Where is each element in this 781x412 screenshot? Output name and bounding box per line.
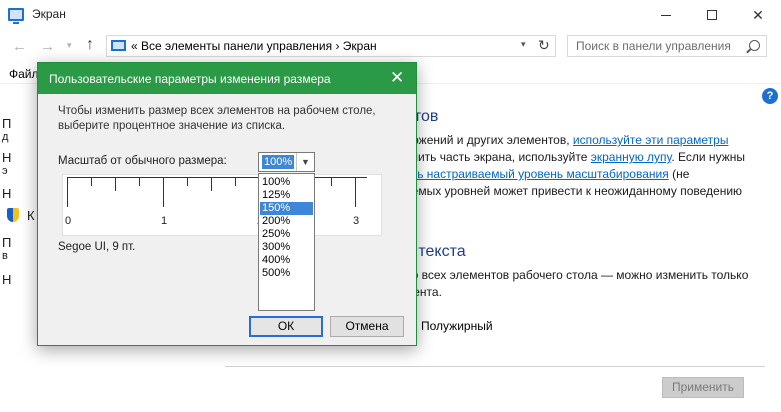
window-title: Экран bbox=[32, 7, 66, 21]
dialog-titlebar: Пользовательские параметры изменения раз… bbox=[38, 63, 416, 94]
ruler-baseline bbox=[67, 177, 367, 178]
ruler-tick bbox=[211, 177, 212, 191]
bg-text-line: ичить часть экрана, используйте экранную… bbox=[405, 150, 745, 164]
ruler-tick bbox=[187, 177, 188, 186]
forward-arrow-icon[interactable]: → bbox=[40, 38, 55, 55]
help-icon[interactable]: ? bbox=[762, 88, 778, 104]
custom-scaling-link[interactable]: ить настраиваемый уровень масштабировани… bbox=[405, 167, 669, 181]
font-info: Segoe UI, 9 пт. bbox=[58, 241, 136, 253]
scale-option-highlighted[interactable]: 150% bbox=[260, 202, 313, 215]
ruler-tick bbox=[91, 177, 92, 186]
bg-text-line: аемых уровней может привести к неожиданн… bbox=[405, 184, 743, 198]
magnifier-link[interactable]: экранную лупу bbox=[591, 150, 672, 164]
maximize-icon bbox=[707, 10, 717, 20]
scale-option[interactable]: 100% bbox=[260, 176, 313, 189]
minimize-icon bbox=[661, 14, 671, 16]
control-panel-icon bbox=[111, 40, 126, 51]
search-input[interactable]: Поиск в панели управления bbox=[567, 35, 767, 57]
uac-shield-icon bbox=[7, 208, 19, 222]
ruler-tick bbox=[355, 177, 356, 207]
address-path[interactable]: « Все элементы панели управления › Экран bbox=[131, 39, 377, 53]
ruler-tick bbox=[115, 177, 116, 191]
maximize-button[interactable] bbox=[689, 0, 735, 30]
bg-left-fragment: Н bbox=[2, 272, 12, 287]
custom-sizing-dialog: Пользовательские параметры изменения раз… bbox=[37, 62, 417, 346]
close-window-button[interactable]: ✕ bbox=[735, 0, 781, 30]
address-bar[interactable]: « Все элементы панели управления › Экран… bbox=[106, 35, 556, 57]
bg-left-fragment: Н bbox=[2, 186, 12, 201]
chevron-down-icon[interactable]: ▼ bbox=[296, 153, 314, 171]
ruler-tick bbox=[67, 177, 68, 207]
scale-combobox[interactable]: 100% ▼ bbox=[258, 152, 315, 172]
bg-text-line: ложений и других элементов, используйте … bbox=[405, 133, 728, 147]
dialog-instruction: Чтобы изменить размер всех элементов на … bbox=[58, 105, 376, 132]
display-icon bbox=[8, 8, 24, 24]
scale-option[interactable]: 250% bbox=[260, 228, 313, 241]
bg-left-fragment: в bbox=[2, 250, 8, 262]
search-placeholder: Поиск в панели управления bbox=[576, 39, 731, 53]
ruler-label: 3 bbox=[353, 215, 360, 227]
search-icon bbox=[749, 40, 760, 51]
menu-file[interactable]: Файл bbox=[9, 67, 39, 81]
back-arrow-icon[interactable]: ← bbox=[12, 38, 27, 55]
recent-locations-chevron-icon[interactable]: ▾ bbox=[67, 40, 72, 51]
bg-left-fragment[interactable]: К bbox=[27, 208, 35, 223]
bg-left-fragment: П bbox=[2, 235, 12, 250]
scale-option[interactable]: 400% bbox=[260, 254, 313, 267]
address-dropdown-icon[interactable]: ▾ bbox=[521, 39, 526, 50]
scale-option[interactable]: 500% bbox=[260, 267, 313, 280]
bg-text: (не bbox=[668, 167, 690, 181]
bg-left-fragment: д bbox=[2, 131, 9, 143]
ok-button[interactable]: ОК bbox=[249, 316, 323, 337]
apply-button[interactable]: Применить bbox=[662, 377, 744, 398]
window-titlebar: Экран ✕ bbox=[0, 0, 781, 30]
bg-left-fragment: Н bbox=[2, 150, 12, 165]
cancel-button[interactable]: Отмена bbox=[330, 316, 404, 337]
ruler-tick bbox=[235, 177, 236, 186]
scale-dropdown-list: 100% 125% 150% 200% 250% 300% 400% 500% bbox=[258, 173, 315, 311]
ruler-label: 1 bbox=[161, 215, 168, 227]
ruler-label: 0 bbox=[65, 215, 72, 227]
dialog-close-icon[interactable]: ✕ bbox=[390, 68, 404, 88]
scale-option[interactable]: 125% bbox=[260, 189, 313, 202]
dialog-body: Чтобы изменить размер всех элементов на … bbox=[38, 94, 416, 345]
ruler-tick bbox=[163, 177, 164, 207]
bg-text: ичить часть экрана, используйте bbox=[405, 150, 591, 164]
scale-ruler[interactable]: 0 1 2 3 bbox=[62, 174, 382, 236]
minimize-button[interactable] bbox=[643, 0, 689, 30]
close-icon: ✕ bbox=[752, 6, 764, 23]
bg-text-line: ить настраиваемый уровень масштабировани… bbox=[405, 167, 689, 181]
bg-left-fragment: э bbox=[2, 165, 8, 177]
divider bbox=[225, 366, 765, 367]
bg-left-fragment: П bbox=[2, 116, 12, 131]
ruler-tick bbox=[331, 177, 332, 186]
scale-option[interactable]: 200% bbox=[260, 215, 313, 228]
refresh-icon[interactable]: ↻ bbox=[538, 37, 550, 54]
ruler-tick bbox=[139, 177, 140, 186]
scale-label: Масштаб от обычного размера: bbox=[58, 155, 227, 167]
up-arrow-icon[interactable]: ↑ bbox=[86, 36, 94, 54]
scale-option[interactable]: 300% bbox=[260, 241, 313, 254]
settings-link[interactable]: используйте эти параметры bbox=[573, 133, 729, 147]
bg-text-line: ер всех элементов рабочего стола — можно… bbox=[405, 268, 749, 282]
dialog-title: Пользовательские параметры изменения раз… bbox=[49, 72, 331, 86]
bold-label: Полужирный bbox=[421, 319, 493, 333]
scale-combobox-value[interactable]: 100% bbox=[262, 155, 295, 169]
bg-text: . Если нужны bbox=[671, 150, 745, 164]
bg-text: ложений и других элементов, bbox=[405, 133, 573, 147]
